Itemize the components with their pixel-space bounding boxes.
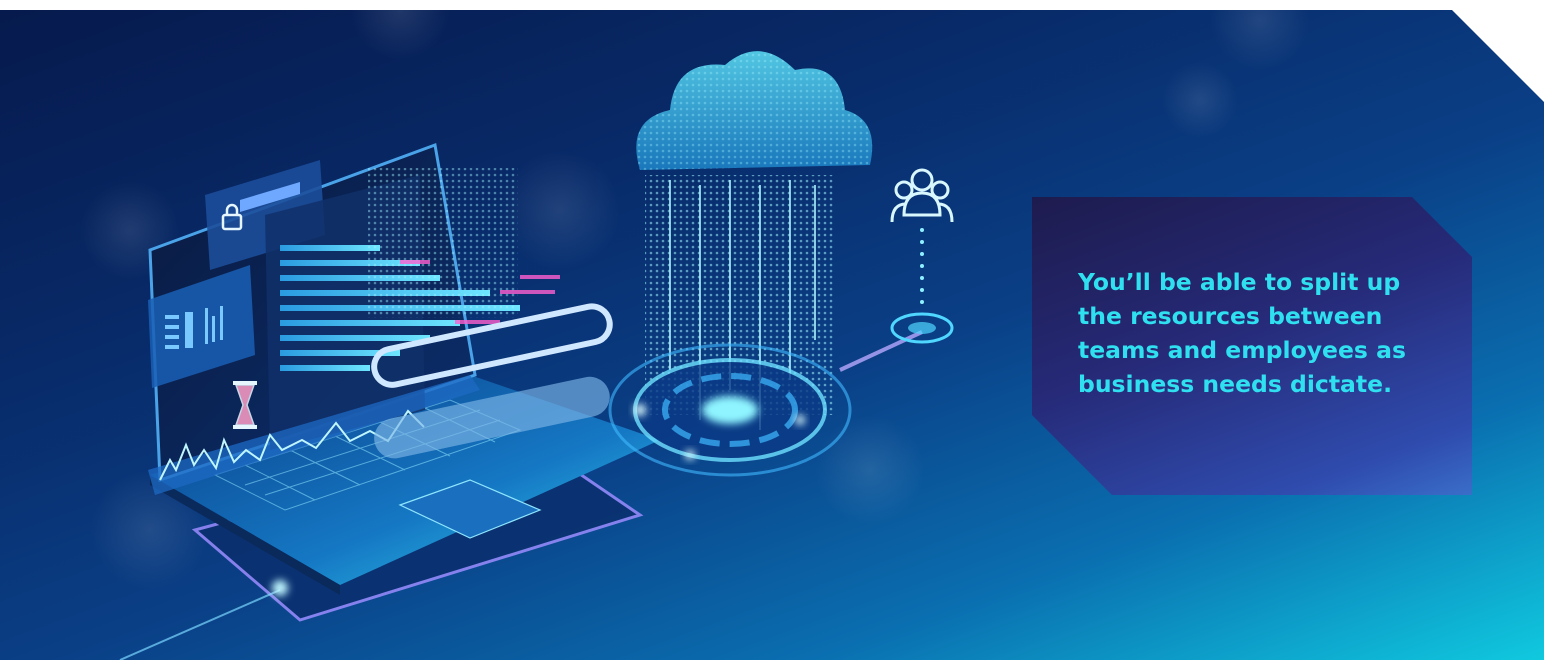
callout-box: You’ll be able to split up the resources… bbox=[1032, 197, 1472, 495]
network-connection bbox=[839, 228, 954, 372]
data-portal bbox=[608, 343, 852, 477]
users-icon bbox=[890, 168, 954, 223]
hero-banner: You’ll be able to split up the resources… bbox=[0, 10, 1544, 660]
callout-text: You’ll be able to split up the resources… bbox=[1078, 268, 1406, 398]
